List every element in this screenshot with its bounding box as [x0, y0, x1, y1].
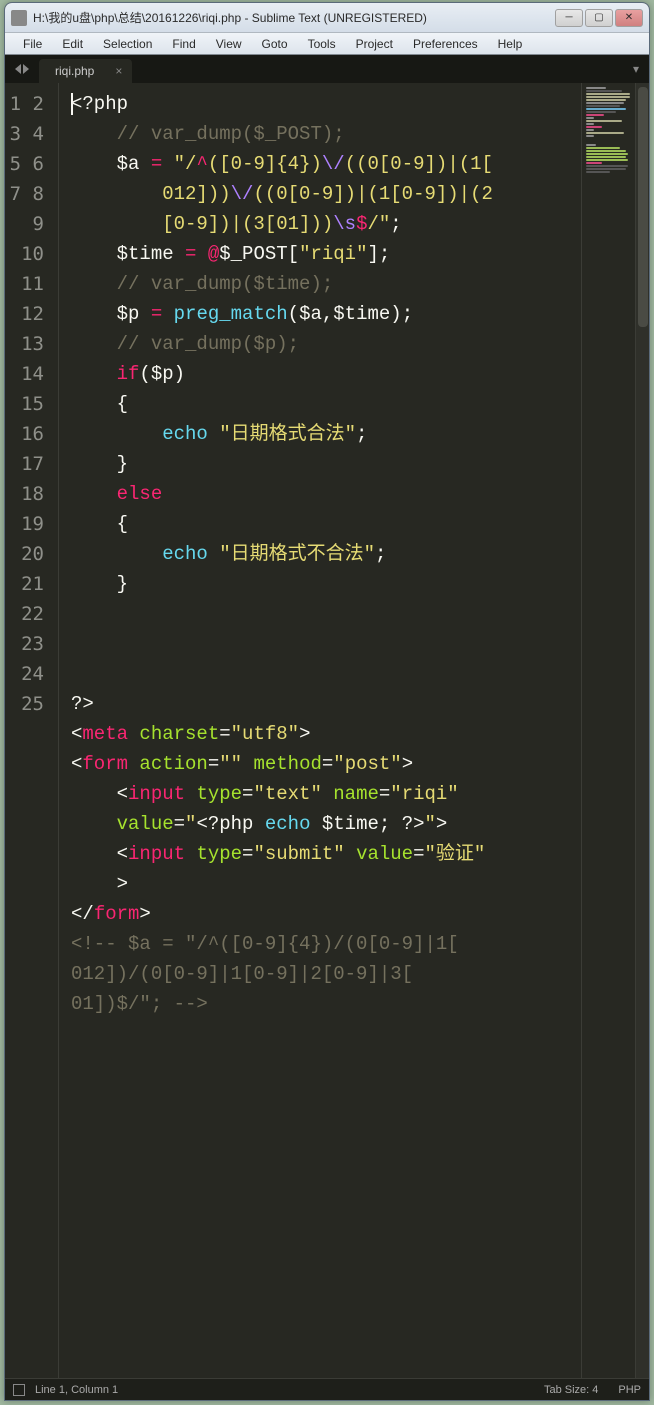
tab-label: riqi.php	[55, 64, 94, 78]
menu-selection[interactable]: Selection	[93, 35, 162, 53]
minimap[interactable]	[581, 83, 635, 1378]
menu-preferences[interactable]: Preferences	[403, 35, 488, 53]
titlebar-text: H:\我的u盘\php\总结\20161226\riqi.php - Subli…	[33, 9, 555, 26]
app-icon	[11, 10, 27, 26]
menu-view[interactable]: View	[206, 35, 252, 53]
editor: 1 2 3 4 5 6 7 8 9 10 11 12 13 14 15 16 1…	[5, 83, 649, 1378]
tab-close-icon[interactable]: ×	[115, 64, 122, 78]
scrollbar[interactable]	[635, 83, 649, 1378]
window-buttons: ─ ▢ ✕	[555, 9, 643, 27]
window: H:\我的u盘\php\总结\20161226\riqi.php - Subli…	[4, 2, 650, 1401]
tab-active[interactable]: riqi.php ×	[39, 59, 132, 83]
menu-help[interactable]: Help	[488, 35, 533, 53]
code-area[interactable]: <?php // var_dump($_POST); $a = "/^([0-9…	[59, 83, 581, 1378]
gutter: 1 2 3 4 5 6 7 8 9 10 11 12 13 14 15 16 1…	[5, 83, 59, 1378]
menu-project[interactable]: Project	[346, 35, 403, 53]
menu-goto[interactable]: Goto	[252, 35, 298, 53]
tabbar: riqi.php × ▾	[5, 55, 649, 83]
menu-find[interactable]: Find	[162, 35, 205, 53]
menu-edit[interactable]: Edit	[52, 35, 93, 53]
status-tabsize[interactable]: Tab Size: 4	[544, 1384, 598, 1396]
menubar: File Edit Selection Find View Goto Tools…	[5, 33, 649, 55]
status-language[interactable]: PHP	[618, 1384, 641, 1396]
close-button[interactable]: ✕	[615, 9, 643, 27]
maximize-button[interactable]: ▢	[585, 9, 613, 27]
minimize-button[interactable]: ─	[555, 9, 583, 27]
statusbar: Line 1, Column 1 Tab Size: 4 PHP	[5, 1378, 649, 1400]
status-panel-icon[interactable]	[13, 1384, 25, 1396]
status-position[interactable]: Line 1, Column 1	[35, 1384, 118, 1396]
scrollbar-thumb[interactable]	[638, 87, 648, 327]
tab-forward-icon	[23, 64, 29, 74]
tab-history[interactable]	[11, 60, 39, 78]
tab-menu-icon[interactable]: ▾	[623, 56, 649, 82]
menu-file[interactable]: File	[13, 35, 52, 53]
tab-back-icon	[15, 64, 21, 74]
menu-tools[interactable]: Tools	[298, 35, 346, 53]
titlebar[interactable]: H:\我的u盘\php\总结\20161226\riqi.php - Subli…	[5, 3, 649, 33]
